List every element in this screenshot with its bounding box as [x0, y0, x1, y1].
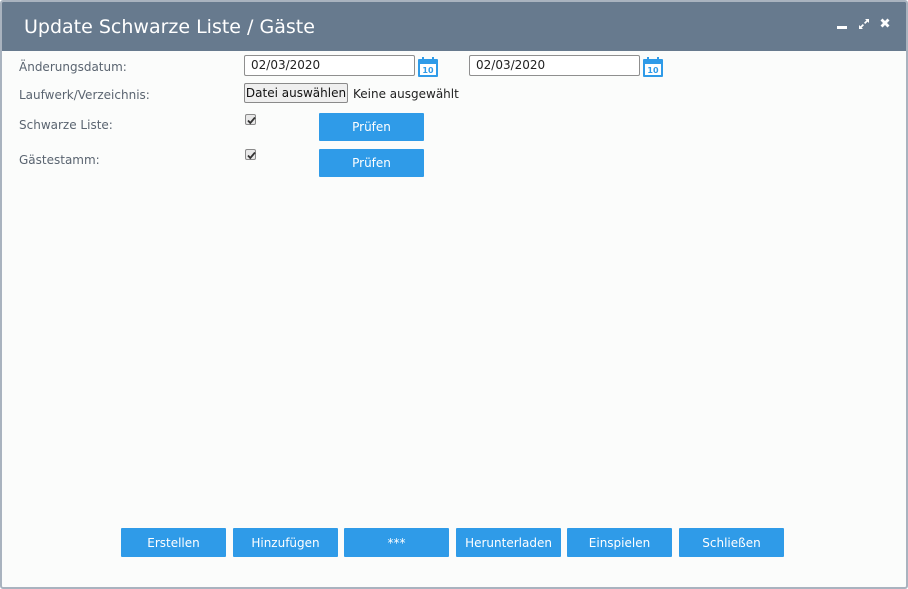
import-button[interactable]: Einspielen: [567, 528, 672, 557]
file-status-text: Keine ausgewählt: [353, 87, 459, 101]
create-button[interactable]: Erstellen: [121, 528, 226, 557]
more-button[interactable]: ***: [344, 528, 449, 557]
download-button[interactable]: Herunterladen: [456, 528, 561, 557]
calendar-icon[interactable]: 10: [642, 56, 664, 78]
drive-directory-label: Laufwerk/Verzeichnis:: [19, 88, 150, 102]
change-date-to-input[interactable]: 02/03/2020: [469, 55, 640, 76]
calendar-icon[interactable]: 10: [417, 56, 439, 78]
blacklist-checkbox[interactable]: [245, 114, 256, 125]
update-dialog: Update Schwarze Liste / Gäste Änderungsd…: [0, 0, 908, 589]
blacklist-label: Schwarze Liste:: [19, 118, 113, 132]
calendar-icon-day: 10: [647, 66, 659, 75]
change-date-label: Änderungsdatum:: [19, 60, 127, 74]
maximize-icon[interactable]: [857, 16, 871, 32]
choose-file-button[interactable]: Datei auswählen: [244, 83, 348, 103]
add-button[interactable]: Hinzufügen: [233, 528, 338, 557]
close-button[interactable]: Schließen: [679, 528, 784, 557]
change-date-from-input[interactable]: 02/03/2020: [244, 55, 415, 76]
check-blacklist-button[interactable]: Prüfen: [319, 113, 424, 141]
close-icon[interactable]: [878, 16, 892, 32]
dialog-title: Update Schwarze Liste / Gäste: [24, 16, 315, 38]
minimize-icon[interactable]: [835, 16, 849, 32]
guest-master-checkbox[interactable]: [245, 149, 256, 160]
check-guest-master-button[interactable]: Prüfen: [319, 149, 424, 177]
guest-master-label: Gästestamm:: [19, 153, 100, 167]
calendar-icon-day: 10: [422, 66, 434, 75]
title-bar[interactable]: Update Schwarze Liste / Gäste: [2, 2, 906, 51]
